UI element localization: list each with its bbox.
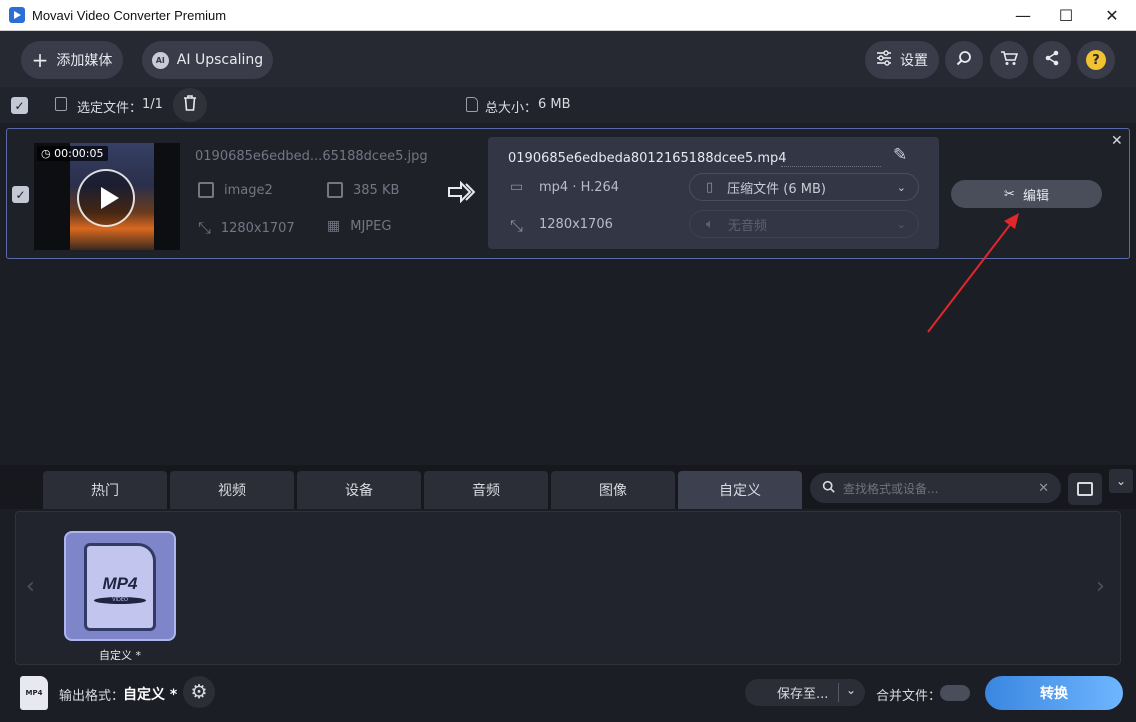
video-icon: ▭ [510,179,524,195]
annotation-arrow [927,213,1019,333]
remove-file-icon[interactable]: ✕ [1111,133,1123,149]
settings-button[interactable]: 设置 [865,41,939,79]
output-settings-panel: 0190685e6edbeda8012165188dcee5.mp4 ✎ ▭ m… [488,137,939,249]
collapse-panel-button[interactable]: ⌄ [1109,469,1133,493]
format-gallery: ‹ MP4 VIDEO 自定义 * › [15,511,1121,665]
file-checkbox[interactable]: ✓ [12,186,29,203]
search-icon [956,50,972,70]
selected-files-label: 选定文件： [77,101,143,116]
tab-audio[interactable]: 音频 [424,471,548,509]
cart-icon [1000,50,1019,70]
video-thumbnail[interactable]: ◷ 00:00:05 [34,143,180,250]
format-card-mp4[interactable]: MP4 VIDEO [64,531,176,641]
resize-icon: ⤡ [198,218,211,237]
source-filename: 0190685e6edbed...65188dcee5.jpg [195,149,428,164]
output-format: mp4 · H.264 [539,180,620,195]
source-resolution: ⤡ 1280x1707 [198,218,295,237]
source-size: 385 KB [327,182,399,198]
tab-popular[interactable]: 热门 [43,471,167,509]
resize-icon: ⤡ [510,216,523,235]
minimize-button[interactable]: — [1000,0,1046,31]
chevron-left-icon[interactable]: ‹ [26,574,35,599]
mp4-file-icon: MP4 VIDEO [84,543,156,631]
duration-badge: ◷ 00:00:05 [37,146,108,161]
plus-icon: + [31,48,49,72]
tab-devices[interactable]: 设备 [297,471,421,509]
ai-chip-icon: AI [151,51,169,69]
codec-icon: ▦ [327,218,341,234]
selected-files-count: 1/1 [142,97,163,112]
search-icon [822,480,835,496]
total-size-value: 6 MB [538,97,571,112]
select-all-checkbox[interactable]: ✓ [11,97,28,114]
clear-icon[interactable]: ✕ [1038,481,1049,496]
format-card-label: 自定义 * [99,649,141,662]
zip-icon: ▯ [706,179,714,195]
output-resolution: 1280x1706 [539,217,613,232]
share-button[interactable] [1033,41,1071,79]
window-title: Movavi Video Converter Premium [32,7,227,23]
compress-dropdown[interactable]: ▯ 压缩文件 (6 MB) ⌄ [689,173,919,201]
disk-icon [327,182,343,198]
close-button[interactable]: ✕ [1089,0,1135,31]
gear-icon: ⚙ [190,681,208,703]
output-settings-button[interactable]: ⚙ [183,676,215,708]
tab-images[interactable]: 图像 [551,471,675,509]
sliders-icon [876,50,892,70]
output-format-value: 自定义 * [123,687,178,703]
chevron-down-icon: ⌄ [1115,474,1127,488]
tab-custom[interactable]: 自定义 [678,471,802,509]
save-to-dropdown[interactable]: 保存至... ⌄ [745,679,865,706]
speaker-icon: 🔈︎ [706,216,714,232]
help-icon: ? [1086,50,1106,70]
footer-bar: MP4 输出格式： 自定义 * ⚙ 保存至... ⌄ 合并文件： 转换 [0,665,1136,722]
output-format-icon: MP4 [20,676,48,710]
share-icon [1044,50,1060,70]
source-format: image2 [198,182,273,198]
merge-files-toggle[interactable] [940,685,970,701]
convert-button[interactable]: 转换 [985,676,1123,710]
edit-button[interactable]: ✂ 编辑 [951,180,1102,208]
maximize-button[interactable]: ☐ [1043,0,1089,31]
cart-button[interactable] [990,41,1028,79]
image-icon [198,182,214,198]
source-codec: ▦ MJPEG [327,218,392,234]
convert-arrow-icon [447,180,476,207]
merge-files-label: 合并文件： [876,689,942,704]
output-filename[interactable]: 0190685e6edbeda8012165188dcee5.mp4 [508,151,787,166]
tab-video[interactable]: 视频 [170,471,294,509]
trash-icon [183,95,197,115]
output-format-label: 输出格式： [59,689,125,704]
format-search[interactable]: 查找格式或设备... ✕ [810,473,1061,503]
ai-upscaling-button[interactable]: AI AI Upscaling [142,41,273,79]
search-input[interactable]: 查找格式或设备... [843,480,938,497]
main-toolbar: + 添加媒体 AI AI Upscaling 设置 ? [0,31,1136,87]
format-detect-button[interactable] [1068,473,1102,505]
pencil-icon[interactable]: ✎ [893,145,907,165]
file-icon [466,97,478,112]
total-size-label: 总大小： [485,101,538,116]
files-icon [55,97,67,111]
delete-button[interactable] [173,88,207,122]
scissors-icon: ✂ [1004,186,1015,202]
app-logo-icon [9,7,25,23]
selection-bar: ✓ 选定文件： 1/1 总大小： 6 MB [0,87,1136,123]
audio-dropdown[interactable]: 🔈︎ 无音频 ⌄ [689,210,919,238]
title-bar: Movavi Video Converter Premium — ☐ ✕ [0,0,1136,31]
play-icon[interactable] [77,169,135,227]
chevron-down-icon: ⌄ [896,180,906,194]
add-media-button[interactable]: + 添加媒体 [21,41,123,79]
help-button[interactable]: ? [1077,41,1115,79]
magnifier-doc-icon [1077,482,1093,496]
chevron-right-icon[interactable]: › [1096,574,1105,599]
chevron-down-icon: ⌄ [896,217,906,231]
search-button[interactable] [945,41,983,79]
format-tabs: 热门 视频 设备 音频 图像 自定义 查找格式或设备... ✕ ⌄ [0,465,1136,509]
chevron-down-icon: ⌄ [846,683,857,697]
